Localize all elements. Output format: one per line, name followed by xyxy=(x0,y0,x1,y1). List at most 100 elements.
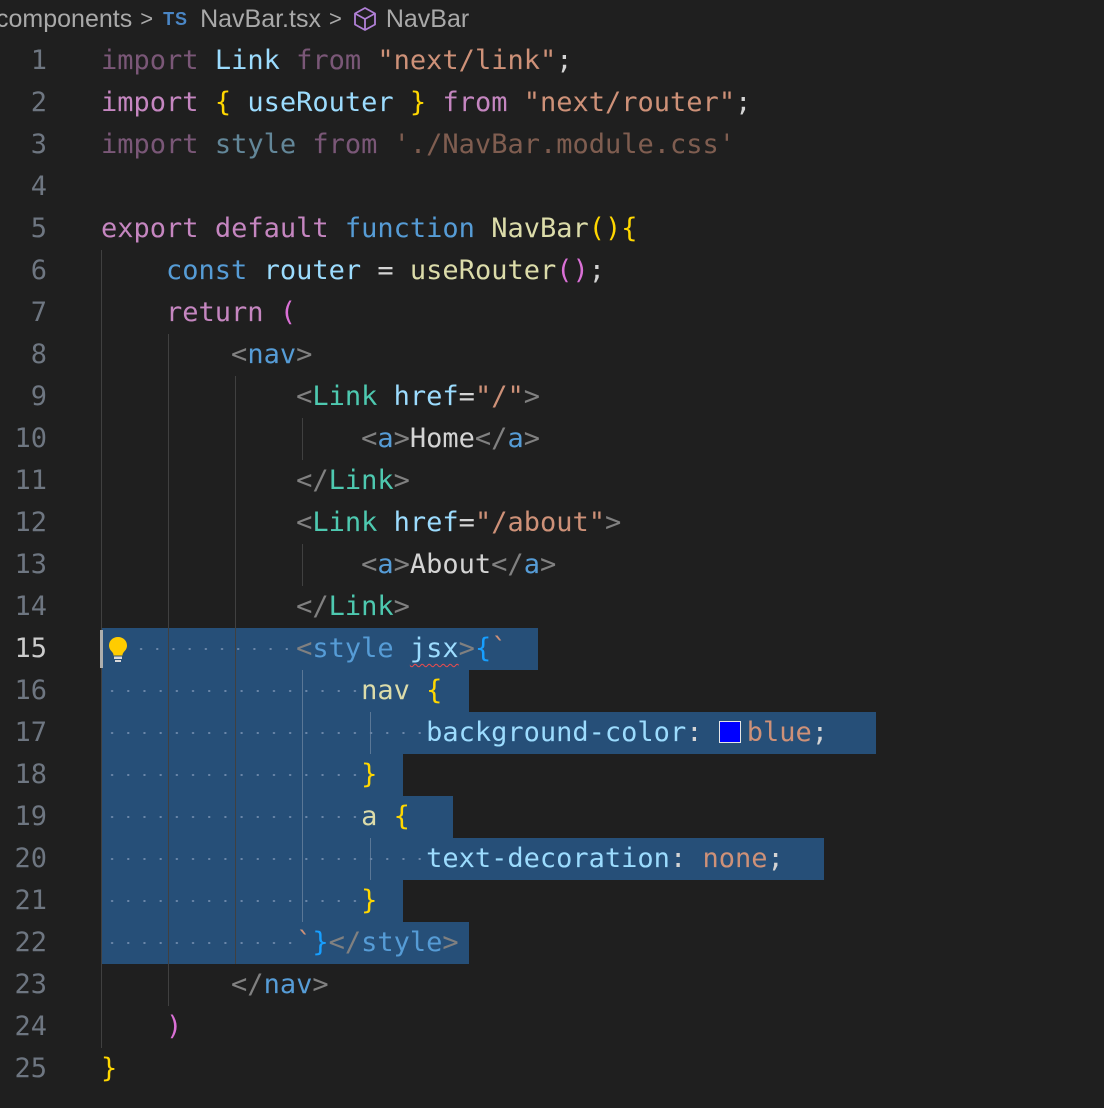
code-token: blue xyxy=(746,717,812,748)
code-line[interactable]: 8 <nav> xyxy=(0,334,1104,376)
code-line[interactable]: 7 return ( xyxy=(0,292,1104,334)
code-token: ; xyxy=(767,843,784,874)
line-number: 20 xyxy=(14,843,47,874)
code-line[interactable]: 17 background-color: blue; xyxy=(0,712,1104,754)
line-number: 19 xyxy=(14,801,47,832)
line-number: 24 xyxy=(14,1011,47,1042)
code-token: > xyxy=(393,465,410,496)
chevron-right-icon: > xyxy=(140,6,154,31)
code-token: { xyxy=(214,87,232,118)
code-token: { xyxy=(426,675,443,706)
code-token: </ xyxy=(231,969,264,1000)
code-token: default xyxy=(214,213,329,244)
breadcrumb-file[interactable]: NavBar.tsx xyxy=(200,5,321,34)
code-token: ) xyxy=(572,255,589,286)
code-token: </ xyxy=(296,591,329,622)
breadcrumb-folder[interactable]: components xyxy=(0,5,132,34)
code-token: style xyxy=(312,633,394,664)
code-token: = xyxy=(377,255,394,286)
color-swatch-icon[interactable] xyxy=(718,721,741,743)
code-token: } xyxy=(312,927,329,958)
code-text: import Link from "next/link"; xyxy=(101,40,572,82)
code-token: a xyxy=(377,549,394,580)
code-line[interactable]: 11 </Link> xyxy=(0,460,1104,502)
code-line[interactable]: 18 } xyxy=(0,754,1104,796)
code-line[interactable]: 23 </nav> xyxy=(0,964,1104,1006)
code-text: <nav> xyxy=(101,334,312,376)
code-token: background-color xyxy=(426,717,687,748)
code-token: Link xyxy=(214,45,280,76)
code-line[interactable]: 19 a { xyxy=(0,796,1104,838)
code-line[interactable]: 3 import style from './NavBar.module.css' xyxy=(0,124,1104,166)
code-line[interactable]: 5 export default function NavBar(){ xyxy=(0,208,1104,250)
code-token: ( xyxy=(279,297,297,328)
code-text: ) xyxy=(101,1006,182,1048)
code-text: `}</style> xyxy=(101,922,459,964)
code-token: > xyxy=(393,591,410,622)
code-text: </Link> xyxy=(101,460,410,502)
code-token: ) xyxy=(166,1011,183,1042)
code-token: ; xyxy=(588,255,606,286)
code-line[interactable]: 2 import { useRouter } from "next/router"… xyxy=(0,82,1104,124)
code-line[interactable]: 15 <style jsx>{` xyxy=(0,628,1104,670)
code-token: About xyxy=(409,549,492,580)
line-number: 14 xyxy=(14,591,47,622)
code-token: < xyxy=(361,549,378,580)
code-text: </Link> xyxy=(101,586,410,628)
line-number: 18 xyxy=(14,759,47,790)
breadcrumb-symbol[interactable]: NavBar xyxy=(386,5,469,34)
code-token: } xyxy=(361,885,378,916)
code-text: <Link href="/about"> xyxy=(101,502,621,544)
code-token: ` xyxy=(296,927,313,958)
code-token: from xyxy=(296,45,362,76)
line-number: 17 xyxy=(14,717,47,748)
code-line[interactable]: 21 } xyxy=(0,880,1104,922)
code-editor[interactable]: 1 import Link from "next/link"; 2 import { … xyxy=(0,40,1104,1108)
code-token: Link xyxy=(312,507,378,538)
code-text: } xyxy=(101,880,377,922)
code-line[interactable]: 14 </Link> xyxy=(0,586,1104,628)
code-token: a xyxy=(377,423,394,454)
line-number: 12 xyxy=(14,507,47,538)
code-line[interactable]: 25} xyxy=(0,1048,1104,1090)
code-line[interactable]: 6 const router = useRouter(); xyxy=(0,250,1104,292)
code-text: <a>Home</a> xyxy=(101,418,540,460)
code-token: > xyxy=(458,633,475,664)
code-text: return ( xyxy=(101,292,296,334)
code-line[interactable]: 1 import Link from "next/link"; xyxy=(0,40,1104,82)
code-text: const router = useRouter(); xyxy=(101,250,605,292)
code-token: "/about" xyxy=(474,507,605,538)
line-number: 5 xyxy=(30,213,47,244)
code-token: > xyxy=(312,969,329,1000)
code-line[interactable]: 16 nav { xyxy=(0,670,1104,712)
code-text: <Link href="/"> xyxy=(101,376,540,418)
code-token: </ xyxy=(491,549,524,580)
code-token: return xyxy=(166,297,264,328)
code-line[interactable]: 4 xyxy=(0,166,1104,208)
code-token: ; xyxy=(735,87,752,118)
code-token: nav xyxy=(247,339,297,370)
code-line[interactable]: 10 <a>Home</a> xyxy=(0,418,1104,460)
code-line[interactable]: 9 <Link href="/"> xyxy=(0,376,1104,418)
code-line[interactable]: 12 <Link href="/about"> xyxy=(0,502,1104,544)
code-token: router xyxy=(263,255,362,286)
code-line[interactable]: 13 <a>About</a> xyxy=(0,544,1104,586)
code-line[interactable]: 22 `}</style> xyxy=(0,922,1104,964)
code-token: ` xyxy=(491,633,508,664)
code-line[interactable]: 24 ) xyxy=(0,1006,1104,1048)
code-line[interactable]: 20 text-decoration: none; xyxy=(0,838,1104,880)
code-token: NavBar xyxy=(491,213,589,244)
